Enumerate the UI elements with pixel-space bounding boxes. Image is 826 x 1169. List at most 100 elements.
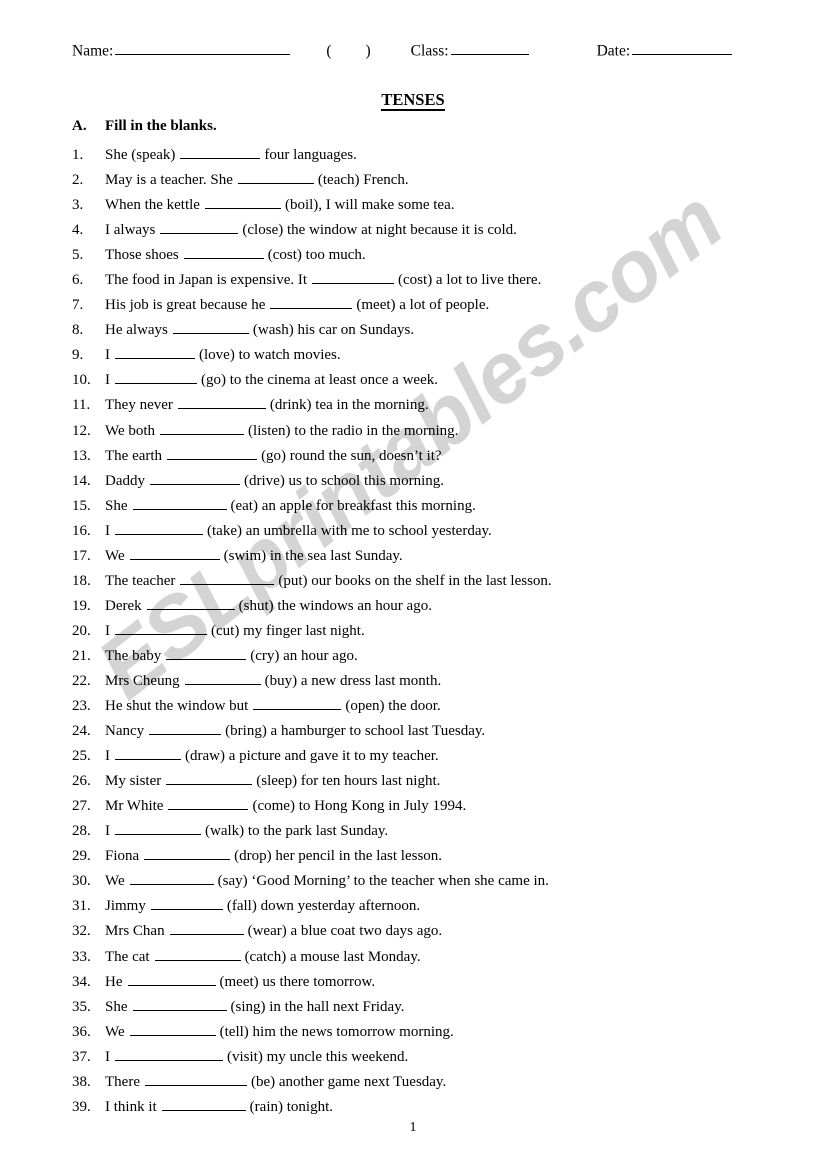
- question-text-after-blank: (eat) an apple for breakfast this mornin…: [230, 497, 476, 514]
- answer-blank[interactable]: [129, 546, 220, 560]
- answer-blank[interactable]: [115, 370, 197, 385]
- date-input-blank[interactable]: [632, 40, 733, 56]
- answer-blank[interactable]: [132, 996, 227, 1011]
- answer-blank[interactable]: [154, 946, 241, 961]
- answer-blank[interactable]: [169, 921, 244, 936]
- question-row: 17. We (swim) in the sea last Sunday.: [72, 544, 772, 569]
- question-text-before-blank: Mrs Cheung: [105, 672, 180, 689]
- question-text-before-blank: I: [105, 347, 110, 364]
- question-text-before-blank: May is a teacher. She: [105, 172, 233, 189]
- question-number: 4.: [72, 222, 84, 239]
- answer-blank[interactable]: [146, 596, 235, 610]
- answer-blank[interactable]: [150, 470, 240, 485]
- question-number: 12.: [72, 422, 91, 439]
- answer-blank[interactable]: [253, 696, 342, 711]
- answer-blank[interactable]: [180, 145, 261, 159]
- answer-blank[interactable]: [166, 646, 247, 660]
- question-row: 28. I (walk) to the park last Sunday.: [72, 819, 772, 844]
- question-row: 8. He always (wash) his car on Sundays.: [72, 318, 772, 343]
- question-row: 30. We (say) ‘Good Morning’ to the teacher…: [72, 869, 772, 894]
- section-instruction: Fill in the blanks.: [105, 118, 217, 134]
- answer-blank[interactable]: [270, 295, 353, 310]
- question-number: 37.: [72, 1048, 91, 1065]
- question-text-before-blank: We: [105, 1023, 125, 1040]
- question-number: 38.: [72, 1073, 91, 1090]
- answer-blank[interactable]: [115, 746, 181, 761]
- question-number: 26.: [72, 773, 91, 790]
- question-text-after-blank: (put) our books on the shelf in the last…: [278, 572, 552, 589]
- question-text-before-blank: I: [105, 1048, 110, 1065]
- answer-blank[interactable]: [115, 345, 195, 360]
- question-number: 5.: [72, 247, 84, 264]
- question-text-after-blank: (rain) tonight.: [249, 1098, 333, 1115]
- answer-blank[interactable]: [150, 896, 223, 911]
- question-row: 27. Mr White (come) to Hong Kong in July 1…: [72, 794, 772, 819]
- answer-blank[interactable]: [184, 671, 261, 685]
- answer-blank[interactable]: [129, 1021, 216, 1036]
- student-info-row: Name: () Class: Date:: [72, 40, 762, 61]
- answer-blank[interactable]: [161, 1097, 246, 1111]
- question-text-after-blank: (drive) us to school this morning.: [244, 472, 444, 489]
- answer-blank[interactable]: [183, 245, 264, 260]
- answer-blank[interactable]: [204, 195, 281, 210]
- answer-blank[interactable]: [115, 621, 207, 635]
- question-text-before-blank: I: [105, 522, 110, 539]
- question-text-before-blank: Daddy: [105, 472, 145, 489]
- question-text-after-blank: (bring) a hamburger to school last Tuesd…: [225, 723, 486, 740]
- question-number: 25.: [72, 748, 91, 765]
- answer-blank[interactable]: [167, 445, 258, 460]
- answer-blank[interactable]: [115, 1047, 223, 1061]
- question-row: 21. The baby (cry) an hour ago.: [72, 644, 772, 669]
- paren-close: ): [365, 42, 371, 60]
- answer-blank[interactable]: [166, 771, 253, 786]
- question-number: 24.: [72, 723, 91, 740]
- answer-blank[interactable]: [237, 170, 314, 185]
- question-text-before-blank: Mrs Chan: [105, 923, 165, 940]
- question-text-before-blank: Those shoes: [105, 247, 179, 264]
- question-number: 39.: [72, 1098, 91, 1115]
- answer-blank[interactable]: [115, 521, 203, 535]
- question-row: 4. I always (close) the window at night be…: [72, 218, 772, 243]
- worksheet-page: ESLprintables.com Name:() Class: Date: TEN…: [0, 0, 826, 1169]
- question-text-before-blank: Jimmy: [105, 898, 146, 915]
- question-text-after-blank: (drink) tea in the morning.: [269, 397, 429, 414]
- question-text-before-blank: I: [105, 823, 110, 840]
- question-number: 10.: [72, 372, 91, 389]
- question-number: 16.: [72, 522, 91, 539]
- question-text-after-blank: (fall) down yesterday afternoon.: [226, 898, 421, 915]
- answer-blank[interactable]: [127, 971, 216, 986]
- question-text-before-blank: When the kettle: [105, 197, 200, 214]
- answer-blank[interactable]: [132, 495, 227, 510]
- question-text-before-blank: I always: [105, 222, 156, 239]
- question-row: 15. She (eat) an apple for breakfast this …: [72, 494, 772, 519]
- answer-blank[interactable]: [160, 420, 245, 435]
- question-text-after-blank: (open) the door.: [345, 698, 441, 715]
- class-input-blank[interactable]: [450, 40, 529, 56]
- question-text-before-blank: They never: [105, 397, 173, 414]
- answer-blank[interactable]: [144, 1072, 247, 1086]
- paren-open: (: [326, 42, 332, 60]
- answer-blank[interactable]: [144, 846, 231, 861]
- question-number: 7.: [72, 297, 84, 314]
- answer-blank[interactable]: [160, 220, 239, 235]
- question-row: 34. He (meet) us there tomorrow.: [72, 970, 772, 995]
- question-number: 14.: [72, 472, 91, 489]
- name-input-blank[interactable]: [115, 40, 291, 56]
- question-text-before-blank: She: [105, 497, 128, 514]
- question-number: 17.: [72, 547, 91, 564]
- question-row: 2. May is a teacher. She (teach) French.: [72, 168, 772, 193]
- answer-blank[interactable]: [180, 571, 275, 585]
- question-text-before-blank: She: [105, 998, 128, 1015]
- answer-blank[interactable]: [312, 270, 395, 285]
- answer-blank[interactable]: [172, 320, 249, 335]
- answer-blank[interactable]: [168, 796, 249, 811]
- answer-blank[interactable]: [177, 395, 266, 410]
- answer-blank[interactable]: [149, 721, 222, 736]
- question-number: 1.: [72, 147, 84, 163]
- question-text-after-blank: (cost) too much.: [267, 247, 366, 264]
- answer-blank[interactable]: [129, 871, 214, 886]
- answer-blank[interactable]: [115, 821, 201, 836]
- question-text-before-blank: He: [105, 973, 123, 990]
- question-number: 22.: [72, 672, 91, 689]
- question-number: 34.: [72, 973, 91, 990]
